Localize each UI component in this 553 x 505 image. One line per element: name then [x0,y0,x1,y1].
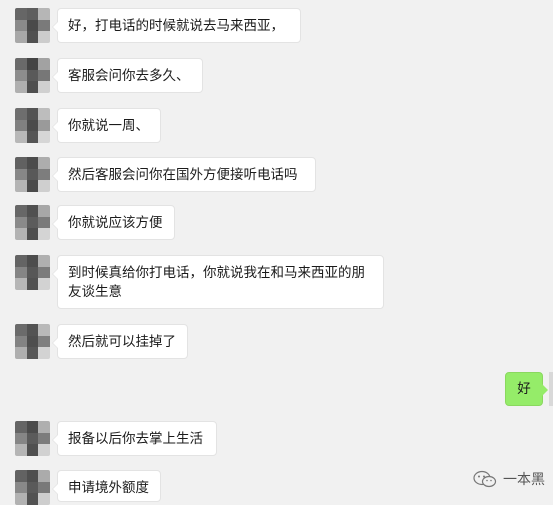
avatar[interactable] [15,324,50,359]
message-bubble[interactable]: 客服会问你去多久、 [52,58,203,93]
message-bubble[interactable]: 好，打电话的时候就说去马来西亚， [52,8,301,43]
message-bubble[interactable]: 你就说应该方便 [52,205,175,240]
watermark: 一本黑 [473,469,545,489]
avatar[interactable] [15,255,50,290]
message-bubble[interactable]: 报备以后你去掌上生活 [52,421,217,456]
message-bubble[interactable]: 到时候真给你打电话，你就说我在和马来西亚的朋 友谈生意 [52,255,384,309]
chat-window: 好，打电话的时候就说去马来西亚， 客服会问你去多久、 你就说一周、 然后客服会问… [0,0,553,505]
avatar[interactable] [15,58,50,93]
message-bubble[interactable]: 申请境外额度 [52,470,161,502]
message-bubble[interactable]: 你就说一周、 [52,108,161,143]
watermark-text: 一本黑 [503,472,545,488]
message-bubble[interactable]: 然后就可以挂掉了 [52,324,188,359]
avatar[interactable] [15,205,50,240]
wechat-official-account-icon [473,470,497,488]
avatar[interactable] [15,470,50,505]
avatar[interactable] [15,157,50,192]
avatar[interactable] [15,108,50,143]
message-bubble-outgoing[interactable]: 好 [505,372,548,406]
avatar[interactable] [549,372,553,406]
avatar[interactable] [15,421,50,456]
avatar[interactable] [15,8,50,43]
message-bubble[interactable]: 然后客服会问你在国外方便接听电话吗 [52,157,316,192]
